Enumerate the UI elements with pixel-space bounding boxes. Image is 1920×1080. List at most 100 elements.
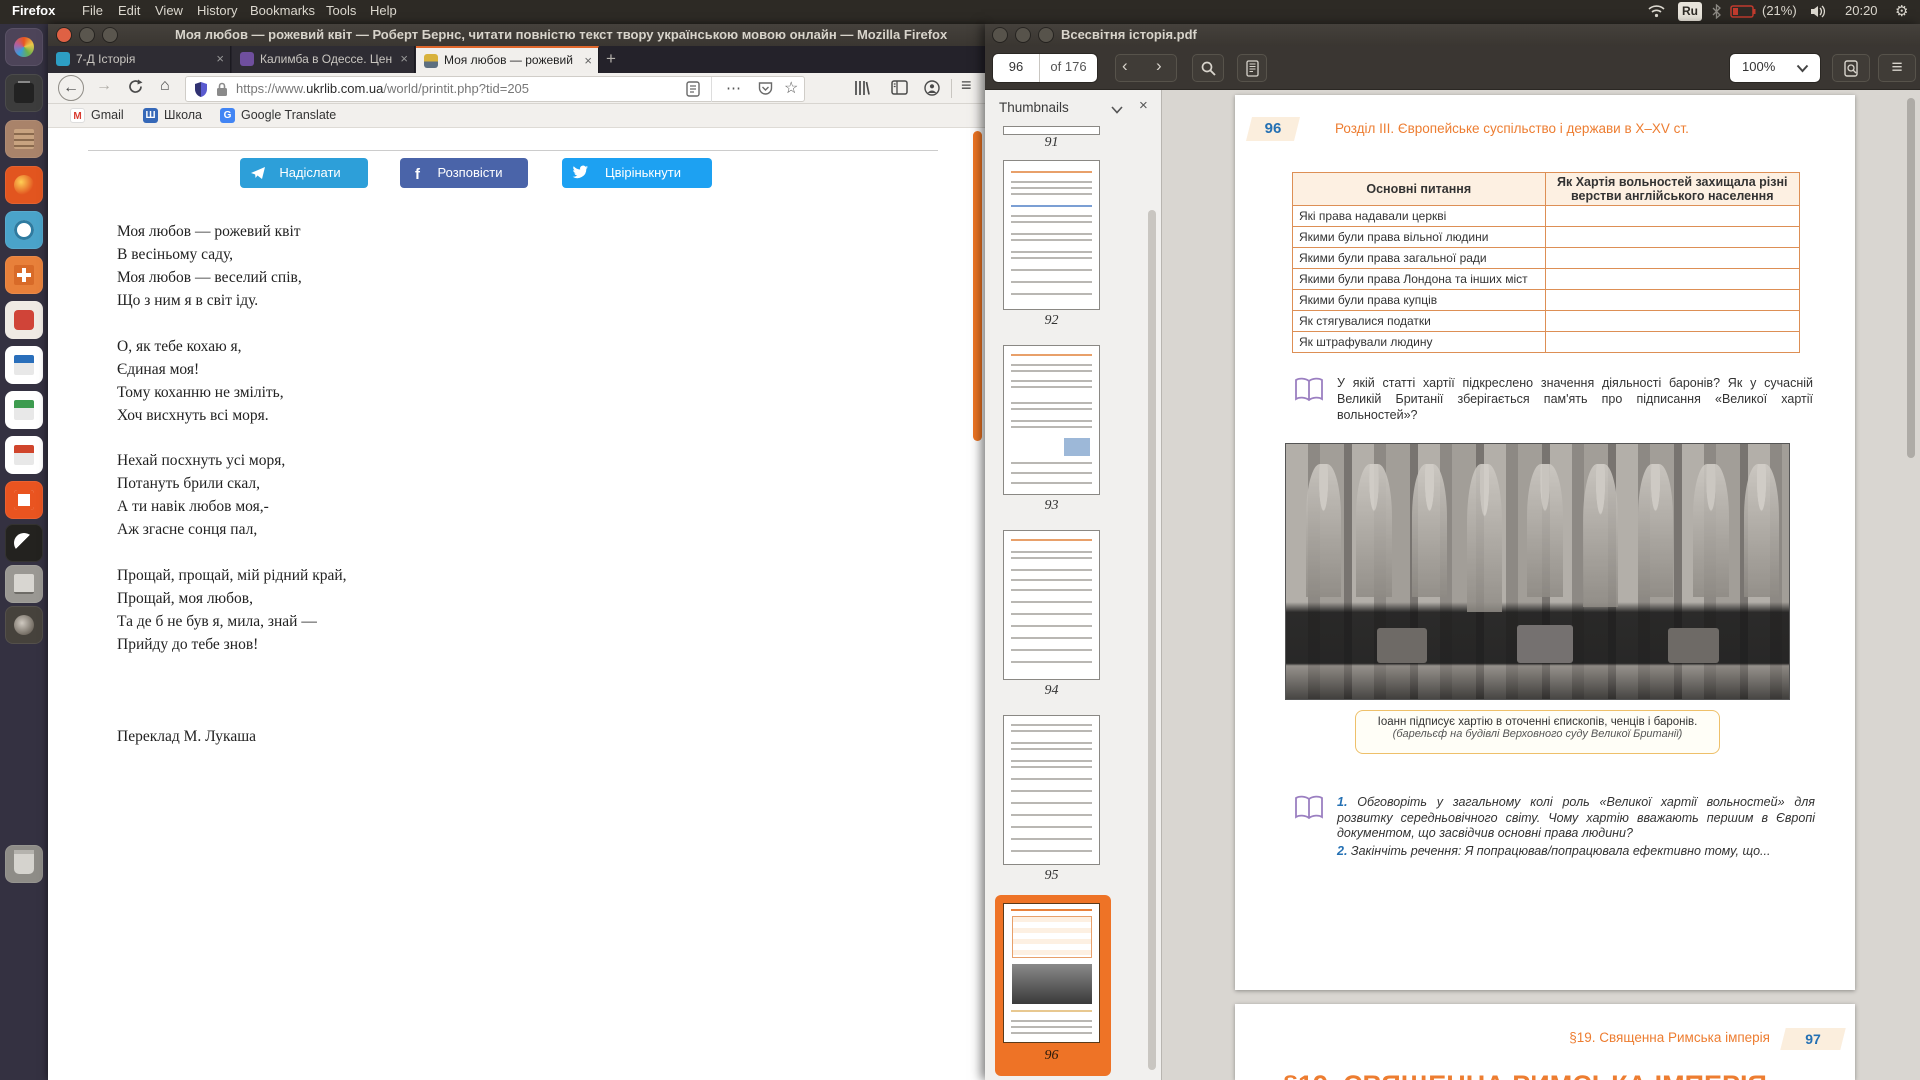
previous-page-button[interactable]: ‹ bbox=[1122, 56, 1128, 76]
hamburger-menu-icon[interactable]: ≡ bbox=[961, 75, 972, 96]
forward-button[interactable]: → bbox=[96, 77, 112, 95]
menu-file[interactable]: File bbox=[82, 3, 103, 18]
sidebar-toggle-icon[interactable] bbox=[891, 80, 908, 95]
navigation-toolbar: ← → ⌂ https://www.ukrlib.com.ua/world/pr… bbox=[48, 73, 985, 104]
search-button[interactable] bbox=[1192, 54, 1224, 82]
clock-label[interactable]: 20:20 bbox=[1845, 3, 1878, 18]
dock-media-icon[interactable] bbox=[5, 301, 43, 339]
minimize-button[interactable] bbox=[80, 28, 94, 42]
thumbnail-page-92[interactable] bbox=[1003, 160, 1100, 310]
tab-close-icon[interactable]: × bbox=[584, 53, 592, 68]
menu-edit[interactable]: Edit bbox=[118, 3, 140, 18]
tab-label: Моя любов — рожевий bbox=[444, 53, 576, 67]
tab-favicon bbox=[240, 52, 254, 66]
dock-installer-icon[interactable] bbox=[5, 256, 43, 294]
share-facebook-button[interactable]: f Розповісти bbox=[400, 158, 528, 188]
tab-close-icon[interactable]: × bbox=[216, 51, 224, 66]
bookmarks-bar: M Gmail Ш Школа G Google Translate bbox=[48, 104, 985, 128]
dock-camera-icon[interactable] bbox=[5, 211, 43, 249]
table-row: Як стягувалися податки bbox=[1293, 311, 1546, 332]
library-icon[interactable] bbox=[854, 80, 870, 96]
pdf-menu-button[interactable]: ≡ bbox=[1878, 54, 1916, 82]
thumbnail-page-96-selected[interactable]: 96 bbox=[995, 895, 1111, 1076]
poem-line: Прийду до тебе знов! bbox=[117, 636, 258, 654]
keyboard-layout-indicator[interactable]: Ru bbox=[1678, 2, 1702, 21]
zoom-select[interactable]: 100% bbox=[1730, 54, 1820, 82]
firefox-scrollbar-thumb[interactable] bbox=[973, 131, 982, 441]
dock-file-cabinet-icon[interactable] bbox=[5, 120, 43, 158]
dock-impress-icon[interactable] bbox=[5, 436, 43, 474]
dock-software-center-icon[interactable] bbox=[5, 481, 43, 519]
url-bar[interactable]: https://www.ukrlib.com.ua/world/printit.… bbox=[185, 76, 805, 102]
reader-mode-icon[interactable] bbox=[686, 81, 700, 97]
charter-table: Основні питання Як Хартія вольностей зах… bbox=[1292, 172, 1800, 353]
close-button[interactable] bbox=[993, 28, 1007, 42]
page-actions-icon[interactable]: ⋯ bbox=[726, 79, 742, 97]
page-number-badge: 97 bbox=[1780, 1028, 1845, 1050]
section-big-heading: §19. СВЯЩЕННА РИМСЬКА ІМПЕРІЯ bbox=[1283, 1070, 1767, 1080]
app-menu-firefox[interactable]: Firefox bbox=[12, 3, 55, 18]
menu-view[interactable]: View bbox=[155, 3, 183, 18]
back-button[interactable]: ← bbox=[58, 75, 84, 101]
bookmark-school[interactable]: Школа bbox=[164, 108, 202, 122]
school-favicon: Ш bbox=[143, 108, 158, 123]
dock-dash-icon[interactable] bbox=[5, 28, 43, 66]
maximize-button[interactable] bbox=[103, 28, 117, 42]
pocket-icon[interactable] bbox=[758, 82, 773, 96]
wifi-icon[interactable] bbox=[1648, 5, 1665, 18]
firefox-titlebar[interactable]: Моя любов — рожевий квіт — Роберт Бернс,… bbox=[48, 24, 985, 46]
reload-button[interactable] bbox=[128, 79, 143, 94]
dock-trash-icon[interactable] bbox=[5, 845, 43, 883]
pdf-scrollbar-thumb[interactable] bbox=[1907, 98, 1915, 458]
volume-icon[interactable] bbox=[1810, 5, 1827, 18]
tab-close-icon[interactable]: × bbox=[400, 51, 408, 66]
menu-help[interactable]: Help bbox=[370, 3, 397, 18]
bookmark-star-icon[interactable]: ☆ bbox=[784, 78, 798, 98]
thumbnail-page-95[interactable] bbox=[1003, 715, 1100, 865]
dock-firefox-icon[interactable] bbox=[5, 166, 43, 204]
dock-graphics-icon[interactable] bbox=[5, 524, 43, 562]
tab-history-class[interactable]: 7-Д Історія × bbox=[48, 46, 231, 73]
menu-bookmarks[interactable]: Bookmarks bbox=[250, 3, 315, 18]
chevron-down-icon[interactable] bbox=[1111, 106, 1123, 114]
thumbnails-header[interactable]: Thumbnails bbox=[999, 100, 1069, 115]
page-thumbnail-view-button[interactable] bbox=[1832, 54, 1870, 82]
bluetooth-icon[interactable] bbox=[1712, 4, 1721, 19]
dock-archive-icon[interactable] bbox=[5, 565, 43, 603]
home-button[interactable]: ⌂ bbox=[160, 77, 170, 95]
page-number-input[interactable]: 96 of 176 bbox=[993, 54, 1097, 82]
share-telegram-button[interactable]: Надіслати bbox=[240, 158, 368, 188]
thumbnails-scrollbar-thumb[interactable] bbox=[1148, 210, 1156, 1070]
annotations-button[interactable] bbox=[1237, 54, 1267, 82]
battery-icon[interactable] bbox=[1730, 5, 1756, 18]
page-number-value[interactable]: 96 bbox=[993, 59, 1039, 74]
url-text[interactable]: https://www.ukrlib.com.ua/world/printit.… bbox=[236, 81, 529, 96]
pdf-titlebar[interactable]: Всесвітня історія.pdf bbox=[985, 24, 1920, 46]
bookmark-google-translate[interactable]: Google Translate bbox=[241, 108, 336, 122]
session-gear-icon[interactable]: ⚙ bbox=[1895, 2, 1908, 20]
bookmark-gmail[interactable]: Gmail bbox=[91, 108, 124, 122]
tab-bar: 7-Д Історія × Калимба в Одессе. Цен × Мо… bbox=[48, 46, 985, 73]
dock-gimp-icon[interactable] bbox=[5, 606, 43, 644]
thumbnail-page-91-sliver[interactable] bbox=[1003, 126, 1100, 135]
panel-close-icon[interactable]: × bbox=[1139, 97, 1148, 114]
minimize-button[interactable] bbox=[1016, 28, 1030, 42]
next-page-button[interactable]: › bbox=[1156, 56, 1162, 76]
maximize-button[interactable] bbox=[1039, 28, 1053, 42]
thumbnail-page-94[interactable] bbox=[1003, 530, 1100, 680]
thumbnail-page-93[interactable] bbox=[1003, 345, 1100, 495]
menu-tools[interactable]: Tools bbox=[326, 3, 356, 18]
dock-terminal-icon[interactable] bbox=[5, 74, 43, 112]
dock-writer-icon[interactable] bbox=[5, 346, 43, 384]
dock-calc-icon[interactable] bbox=[5, 391, 43, 429]
tab-kalimba[interactable]: Калимба в Одессе. Цен × bbox=[232, 46, 415, 73]
page-nav-group: ‹ › bbox=[1115, 54, 1177, 82]
close-button[interactable] bbox=[57, 28, 71, 42]
tab-poem-active[interactable]: Моя любов — рожевий × bbox=[416, 46, 599, 73]
new-tab-button[interactable]: + bbox=[606, 49, 616, 69]
tracking-shield-icon[interactable] bbox=[194, 81, 208, 98]
account-icon[interactable] bbox=[924, 80, 940, 96]
share-twitter-button[interactable]: Цвірінькнути bbox=[562, 158, 712, 188]
chapter-header: Розділ III. Європейське суспільство і де… bbox=[1335, 121, 1689, 136]
menu-history[interactable]: History bbox=[197, 3, 237, 18]
